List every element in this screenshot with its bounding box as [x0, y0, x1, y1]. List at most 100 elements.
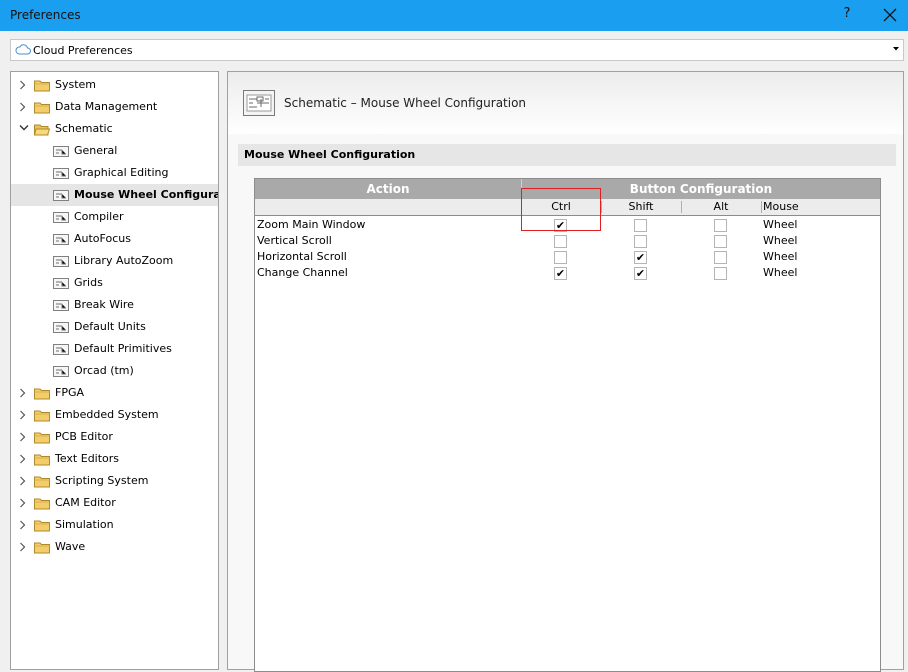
- shift-checkbox[interactable]: [634, 219, 647, 232]
- panel-header: Schematic – Mouse Wheel Configuration: [228, 72, 903, 134]
- alt-checkbox[interactable]: [714, 219, 727, 232]
- folder-icon: [34, 498, 50, 510]
- tree-item-label: Break Wire: [74, 298, 134, 311]
- page-icon: [53, 256, 69, 267]
- tree-item-library-autozoom[interactable]: Library AutoZoom: [11, 250, 218, 272]
- close-button[interactable]: [880, 6, 900, 24]
- chevron-right-icon[interactable]: [19, 102, 27, 112]
- tree-item-grids[interactable]: Grids: [11, 272, 218, 294]
- ctrl-column-header[interactable]: Ctrl: [521, 199, 601, 215]
- ctrl-checkbox[interactable]: ✔: [554, 267, 567, 280]
- tree-item-text-editors[interactable]: Text Editors: [11, 448, 218, 470]
- shift-checkbox[interactable]: ✔: [634, 251, 647, 264]
- page-icon: [53, 366, 69, 377]
- tree-item-embedded-system[interactable]: Embedded System: [11, 404, 218, 426]
- action-column-header[interactable]: Action: [255, 179, 521, 199]
- window-title: Preferences: [10, 8, 81, 22]
- schematic-icon: [243, 90, 275, 116]
- chevron-right-icon[interactable]: [19, 410, 27, 420]
- tree-item-fpga[interactable]: FPGA: [11, 382, 218, 404]
- tree-item-label: Orcad (tm): [74, 364, 134, 377]
- tree-item-label: Library AutoZoom: [74, 254, 174, 267]
- tree-item-label: General: [74, 144, 118, 157]
- tree-item-label: Text Editors: [55, 452, 120, 465]
- close-icon: [883, 8, 897, 22]
- tree-item-pcb-editor[interactable]: PCB Editor: [11, 426, 218, 448]
- tree-item-compiler[interactable]: Compiler: [11, 206, 218, 228]
- mouse-cell[interactable]: Wheel: [763, 233, 797, 249]
- button-configuration-header: Button Configuration: [521, 179, 880, 199]
- tree-item-scripting-system[interactable]: Scripting System: [11, 470, 218, 492]
- tree-item-autofocus[interactable]: AutoFocus: [11, 228, 218, 250]
- chevron-right-icon[interactable]: [19, 476, 27, 486]
- cloud-preferences-dropdown[interactable]: Cloud Preferences: [10, 39, 904, 61]
- shift-column-header[interactable]: Shift: [601, 199, 681, 215]
- tree-item-general[interactable]: General: [11, 140, 218, 162]
- tree-item-label: Data Management: [55, 100, 158, 113]
- action-cell[interactable]: Vertical Scroll: [257, 233, 332, 249]
- shift-checkbox[interactable]: [634, 235, 647, 248]
- tree-item-label: Simulation: [55, 518, 114, 531]
- tree-item-data-management[interactable]: Data Management: [11, 96, 218, 118]
- alt-checkbox[interactable]: [714, 251, 727, 264]
- ctrl-checkbox[interactable]: ✔: [554, 219, 567, 232]
- tree-item-cam-editor[interactable]: CAM Editor: [11, 492, 218, 514]
- folder-icon: [34, 476, 50, 488]
- tree-item-mouse-wheel-configuration[interactable]: Mouse Wheel Configuration: [11, 184, 218, 206]
- tree-item-orcad-tm[interactable]: Orcad (tm): [11, 360, 218, 382]
- folder-icon: [34, 520, 50, 532]
- tree-item-label: PCB Editor: [55, 430, 113, 443]
- action-cell[interactable]: Change Channel: [257, 265, 348, 281]
- action-cell[interactable]: Horizontal Scroll: [257, 249, 347, 265]
- mouse-cell[interactable]: Wheel: [763, 249, 797, 265]
- preferences-tree[interactable]: System Data Management Schematic General Gra…: [10, 71, 219, 670]
- dropdown-arrow-icon: [893, 47, 899, 51]
- tree-item-break-wire[interactable]: Break Wire: [11, 294, 218, 316]
- tree-item-schematic[interactable]: Schematic: [11, 118, 218, 140]
- page-icon: [53, 344, 69, 355]
- alt-column-header[interactable]: Alt: [681, 199, 761, 215]
- mouse-wheel-grid: Action Button Configuration Ctrl Shift A…: [254, 178, 881, 672]
- page-icon: [53, 322, 69, 333]
- ctrl-checkbox[interactable]: [554, 251, 567, 264]
- tree-item-label: Default Units: [74, 320, 146, 333]
- page-icon: [53, 190, 69, 201]
- tree-item-default-primitives[interactable]: Default Primitives: [11, 338, 218, 360]
- shift-checkbox[interactable]: ✔: [634, 267, 647, 280]
- tree-item-label: Wave: [55, 540, 86, 553]
- folder-icon: [34, 542, 50, 554]
- chevron-down-icon[interactable]: [19, 124, 29, 132]
- title-bar: Preferences ?: [0, 0, 908, 31]
- grid-header-top: Action Button Configuration: [255, 179, 880, 199]
- alt-checkbox[interactable]: [714, 267, 727, 280]
- help-button[interactable]: ?: [840, 6, 854, 21]
- tree-item-default-units[interactable]: Default Units: [11, 316, 218, 338]
- mouse-column-header[interactable]: Mouse: [763, 199, 803, 215]
- chevron-right-icon[interactable]: [19, 542, 27, 552]
- folder-icon: [34, 432, 50, 444]
- chevron-right-icon[interactable]: [19, 388, 27, 398]
- chevron-right-icon[interactable]: [19, 498, 27, 508]
- tree-item-label: Embedded System: [55, 408, 159, 421]
- folder-icon: [34, 80, 50, 92]
- chevron-right-icon[interactable]: [19, 80, 27, 90]
- chevron-right-icon[interactable]: [19, 432, 27, 442]
- tree-item-label: Default Primitives: [74, 342, 172, 355]
- action-cell[interactable]: Zoom Main Window: [257, 217, 365, 233]
- tree-item-simulation[interactable]: Simulation: [11, 514, 218, 536]
- chevron-right-icon[interactable]: [19, 520, 27, 530]
- panel-title: Schematic – Mouse Wheel Configuration: [284, 96, 527, 110]
- mouse-cell[interactable]: Wheel: [763, 217, 797, 233]
- alt-checkbox[interactable]: [714, 235, 727, 248]
- tree-item-system[interactable]: System: [11, 74, 218, 96]
- tree-item-graphical-editing[interactable]: Graphical Editing: [11, 162, 218, 184]
- tree-item-wave[interactable]: Wave: [11, 536, 218, 558]
- preferences-panel: Schematic – Mouse Wheel Configuration Mo…: [227, 71, 904, 672]
- tree-item-label: Mouse Wheel Configuration: [74, 188, 219, 201]
- ctrl-checkbox[interactable]: [554, 235, 567, 248]
- tree-item-label: CAM Editor: [55, 496, 116, 509]
- mouse-cell[interactable]: Wheel: [763, 265, 797, 281]
- section-header: Mouse Wheel Configuration: [238, 144, 896, 166]
- cloud-preferences-label: Cloud Preferences: [33, 44, 133, 57]
- chevron-right-icon[interactable]: [19, 454, 27, 464]
